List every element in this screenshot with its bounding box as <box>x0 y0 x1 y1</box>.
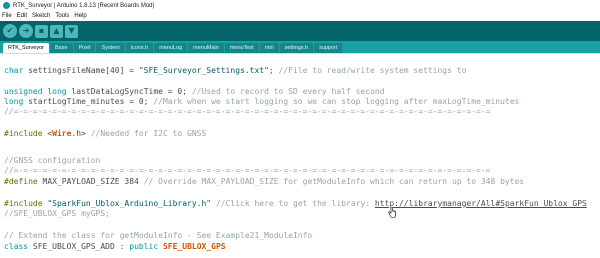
code-line: //GNSS configuration <box>4 156 101 165</box>
upload-button[interactable]: ➜ <box>19 24 33 38</box>
code-token: #include <box>4 129 43 138</box>
window-title: RTK_Surveyor | Arduino 1.8.13 (Recent Bo… <box>13 2 155 9</box>
code-editor[interactable]: char settingsFileName[40] = "SFE_Surveyo… <box>0 54 600 258</box>
code-token: unsigned <box>4 87 43 96</box>
toolbar: ✔ ➜ ▪ ▲ ▼ <box>0 21 600 41</box>
code-line: char settingsFileName[40] = "SFE_Surveyo… <box>4 66 466 75</box>
menu-file[interactable]: File <box>2 13 12 19</box>
code-token: long <box>4 97 24 106</box>
code-line: long startLogTime_minutes = 0; //Mark wh… <box>4 97 519 106</box>
code-token: #define <box>4 177 38 186</box>
code-token: class <box>4 242 29 251</box>
arduino-logo-icon <box>3 2 10 9</box>
tab-menutest[interactable]: menuTest <box>224 43 259 53</box>
code-token: char <box>4 66 24 75</box>
code-token: settingsFileName[40] = <box>23 66 139 75</box>
tab-menumain[interactable]: menuMain <box>188 43 224 53</box>
code-token: //File to read/write system settings to <box>278 66 467 75</box>
code-line: #define MAX_PAYLOAD_SIZE 384 // Override… <box>4 177 524 186</box>
tab-nmi[interactable]: nmi <box>259 43 279 53</box>
code-token: SFE_UBLOX_GPS <box>162 242 226 251</box>
code-token: .h> <box>71 129 91 138</box>
save-button[interactable]: ▼ <box>65 24 78 38</box>
menu-sketch[interactable]: Sketch <box>32 13 50 19</box>
code-line: //SFE_UBLOX_GPS myGPS; <box>4 209 110 218</box>
code-token: //Mark when we start logging so we can s… <box>153 97 520 106</box>
code-token: #include <box>4 199 43 208</box>
code-token: //Click here to get the library: <box>215 199 375 208</box>
code-line: unsigned long lastDataLogSyncTime = 0; /… <box>4 87 385 96</box>
tab-settings[interactable]: settings.h <box>279 43 314 53</box>
tab-support[interactable]: support <box>314 43 343 53</box>
tab-bar: RTK_Surveyor Base Pixel System icons.h m… <box>0 41 600 54</box>
code-token: // Override MAX_PAYLOAD_SIZE for getModu… <box>143 177 525 186</box>
code-token: MAX_PAYLOAD_SIZE 384 <box>37 177 144 186</box>
code-token: long <box>47 87 67 96</box>
open-button[interactable]: ▲ <box>50 24 63 38</box>
title-bar: RTK_Surveyor | Arduino 1.8.13 (Recent Bo… <box>0 0 600 11</box>
tab-icons[interactable]: icons.h <box>125 43 154 53</box>
code-token: SFE_UBLOX_GPS_ADD : <box>28 242 130 251</box>
code-token: "SFE_Surveyor_Settings.txt" <box>138 66 269 75</box>
arrow-right-icon: ➜ <box>22 26 30 35</box>
code-line: #include "SparkFun_Ublox_Arduino_Library… <box>4 199 587 208</box>
code-token: //Needed for I2C to GNSS <box>90 129 207 138</box>
tab-base[interactable]: Base <box>49 43 73 53</box>
menu-help[interactable]: Help <box>74 13 86 19</box>
tab-rtk-surveyor[interactable]: RTK_Surveyor <box>3 43 49 53</box>
code-token: lastDataLogSyncTime = 0; <box>66 87 192 96</box>
code-line: class SFE_UBLOX_GPS_ADD : public SFE_UBL… <box>4 242 226 251</box>
code-token: "SparkFun_Ublox_Arduino_Library.h" <box>47 199 212 208</box>
new-file-icon: ▪ <box>38 26 45 35</box>
new-button[interactable]: ▪ <box>35 24 48 38</box>
code-token: Wire <box>52 129 72 138</box>
code-token: public <box>129 242 159 251</box>
code-token: ; <box>268 66 279 75</box>
code-line: //=-=-=-=-=-=-=-=-=-=-=-=-=-=-=-=-=-=-=-… <box>4 166 491 175</box>
menu-edit[interactable]: Edit <box>17 13 27 19</box>
hand-pointer-icon <box>388 207 396 218</box>
arrow-down-icon: ▼ <box>68 26 75 35</box>
code-token: < <box>42 129 53 138</box>
arrow-up-icon: ▲ <box>53 26 60 35</box>
tab-pixel[interactable]: Pixel <box>73 43 96 53</box>
code-line: #include <Wire.h> //Needed for I2C to GN… <box>4 129 206 138</box>
library-manager-link[interactable]: http://librarymanager/All#SparkFun_Ublox… <box>375 199 587 208</box>
tab-menulog[interactable]: menuLog <box>154 43 188 53</box>
code-token: startLogTime_minutes = 0; <box>23 97 154 106</box>
verify-button[interactable]: ✔ <box>3 24 17 38</box>
code-line: // Extend the class for getModuleInfo - … <box>4 231 313 240</box>
menu-bar: File Edit Sketch Tools Help <box>0 11 600 21</box>
menu-tools[interactable]: Tools <box>55 13 69 19</box>
check-icon: ✔ <box>6 26 14 35</box>
tab-system[interactable]: System <box>96 43 125 53</box>
code-token: //Used to record to SD every half second <box>191 87 385 96</box>
code-line: //=-=-=-=-=-=-=-=-=-=-=-=-=-=-=-=-=-=-=-… <box>4 107 491 116</box>
